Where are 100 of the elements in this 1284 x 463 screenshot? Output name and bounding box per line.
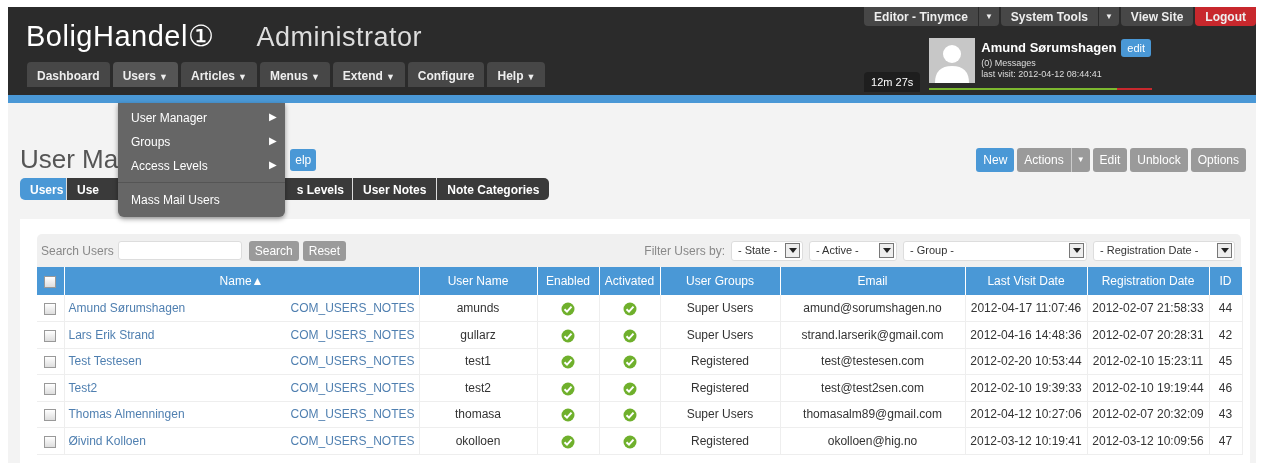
- table-cell: 43: [1218, 407, 1233, 422]
- table-cell: 47: [1218, 433, 1233, 448]
- toolbar-button[interactable]: Edit: [1092, 148, 1128, 172]
- page-title: User Ma: [20, 144, 119, 176]
- row-checkbox[interactable]: [44, 409, 57, 422]
- toolbar-button[interactable]: Options: [1190, 148, 1246, 172]
- user-name-link[interactable]: Test Testesen: [68, 352, 142, 371]
- table-cell: amund@sorumshagen.no: [803, 301, 942, 316]
- toolbar-button[interactable]: System Tools: [1000, 7, 1098, 26]
- table-cell: Registered: [691, 433, 749, 448]
- filter-label: Filter Users by:: [644, 242, 725, 260]
- table-cell: Super Users: [686, 407, 754, 422]
- row-checkbox[interactable]: [44, 382, 57, 395]
- caret-button[interactable]: ▼: [977, 7, 999, 26]
- reset-button[interactable]: Reset: [302, 240, 347, 261]
- sub-tab[interactable]: User Notes: [353, 178, 438, 201]
- table-cell: 2012-02-07 20:28:31: [1092, 327, 1204, 342]
- user-name-link[interactable]: Øivind Kolloen: [68, 431, 146, 450]
- menu-tab[interactable]: Articles ▼: [180, 61, 257, 87]
- row-checkbox[interactable]: [44, 303, 57, 315]
- table-cell: 42: [1218, 327, 1233, 342]
- notes-link[interactable]: COM_USERS_NOTES: [290, 299, 415, 318]
- menu-tab[interactable]: Help ▼: [487, 61, 546, 87]
- check-icon[interactable]: [561, 302, 575, 316]
- table-cell: 2012-02-10 19:39:33: [970, 380, 1082, 395]
- select-all-checkbox[interactable]: [44, 276, 57, 288]
- table-cell: 2012-04-12 10:27:06: [970, 407, 1082, 422]
- user-name-link[interactable]: Thomas Almenningen: [68, 405, 185, 424]
- check-icon[interactable]: [561, 328, 575, 343]
- table-cell: 46: [1218, 380, 1233, 395]
- table-cell: okolloen@hig.no: [827, 433, 918, 448]
- table-cell: 2012-02-10 19:19:44: [1092, 380, 1204, 395]
- edit-button[interactable]: edit: [1121, 38, 1152, 57]
- table-cell: 44: [1218, 301, 1233, 316]
- check-icon[interactable]: [622, 328, 637, 343]
- toolbar-button[interactable]: Editor - Tinymce: [864, 7, 978, 26]
- filter-select[interactable]: - State -: [731, 240, 803, 261]
- check-icon[interactable]: [622, 355, 637, 370]
- filter-select[interactable]: - Active -: [809, 240, 897, 261]
- table-cell: test@test2sen.com: [821, 380, 924, 395]
- table-cell: okolloen: [455, 433, 501, 448]
- user-name-link[interactable]: Lars Erik Strand: [68, 325, 155, 344]
- messages-link[interactable]: (0) Messages: [981, 57, 1152, 70]
- menu-tab[interactable]: Configure: [407, 61, 485, 87]
- column-header[interactable]: Name▲: [219, 274, 264, 289]
- notes-link[interactable]: COM_USERS_NOTES: [290, 405, 415, 424]
- logout-button[interactable]: Logout: [1195, 7, 1256, 26]
- table-cell: Registered: [691, 354, 749, 369]
- table-cell: 2012-04-17 11:07:46: [970, 301, 1082, 316]
- menu-item[interactable]: User Manager ▶: [118, 105, 285, 129]
- help-button[interactable]: elp: [290, 148, 317, 171]
- table-cell: 2012-03-12 10:19:41: [970, 433, 1082, 448]
- notes-link[interactable]: COM_USERS_NOTES: [290, 325, 415, 344]
- notes-link[interactable]: COM_USERS_NOTES: [290, 378, 415, 397]
- table-cell: gullarz: [460, 327, 496, 342]
- menu-item[interactable]: Access Levels ▶: [118, 153, 285, 177]
- sub-tab[interactable]: Note Categories: [437, 178, 550, 201]
- logo-text: BoligHandel①: [26, 21, 215, 53]
- menu-tab[interactable]: Extend ▼: [332, 61, 405, 87]
- table-cell: 2012-02-10 15:23:11: [1092, 354, 1204, 369]
- toolbar-button[interactable]: Unblock: [1130, 148, 1188, 172]
- check-icon[interactable]: [622, 434, 637, 449]
- notes-link[interactable]: COM_USERS_NOTES: [290, 431, 415, 450]
- notes-link[interactable]: COM_USERS_NOTES: [290, 352, 415, 371]
- check-icon[interactable]: [622, 408, 637, 423]
- user-name-link[interactable]: Amund Sørumshagen: [68, 299, 186, 318]
- toolbar-button[interactable]: View Site: [1120, 7, 1194, 26]
- menu-item[interactable]: Mass Mail Users: [118, 187, 285, 211]
- table-cell: strand.larserik@gmail.com: [801, 327, 944, 342]
- menu-item[interactable]: Groups ▶: [118, 129, 285, 153]
- menu-tab[interactable]: Menus ▼: [259, 61, 330, 87]
- user-name: Amund Sørumshagen: [981, 39, 1117, 57]
- table-cell: test2: [465, 380, 491, 395]
- check-icon[interactable]: [561, 434, 575, 449]
- column-header[interactable]: Email: [857, 274, 888, 289]
- menu-tab[interactable]: Dashboard: [27, 61, 110, 87]
- check-icon[interactable]: [622, 302, 637, 316]
- check-icon[interactable]: [561, 381, 575, 396]
- table-cell: 2012-03-12 10:09:56: [1092, 433, 1204, 448]
- search-button[interactable]: Search: [248, 240, 299, 261]
- row-checkbox[interactable]: [44, 329, 57, 342]
- user-name-link[interactable]: Test2: [68, 378, 98, 397]
- new-button[interactable]: New: [976, 148, 1015, 172]
- filter-select[interactable]: - Registration Date -: [1093, 240, 1235, 261]
- menu-tab[interactable]: Users ▼: [112, 61, 178, 87]
- row-checkbox[interactable]: [44, 356, 57, 369]
- filter-select[interactable]: - Group -: [903, 240, 1087, 261]
- row-checkbox[interactable]: [44, 435, 57, 448]
- check-icon[interactable]: [622, 381, 637, 396]
- table-cell: test@testesen.com: [821, 354, 924, 369]
- search-field[interactable]: [117, 241, 242, 261]
- table-cell: amunds: [456, 301, 500, 316]
- check-icon[interactable]: [561, 408, 575, 423]
- actions-button[interactable]: Actions: [1017, 148, 1071, 172]
- table-cell: 2012-02-20 10:53:44: [970, 354, 1082, 369]
- caret-button[interactable]: ▼: [1097, 7, 1119, 26]
- header-subtitle: Administrator: [256, 23, 422, 53]
- check-icon[interactable]: [561, 355, 575, 370]
- table-cell: 45: [1218, 354, 1233, 369]
- sub-tab[interactable]: Users: [20, 178, 67, 201]
